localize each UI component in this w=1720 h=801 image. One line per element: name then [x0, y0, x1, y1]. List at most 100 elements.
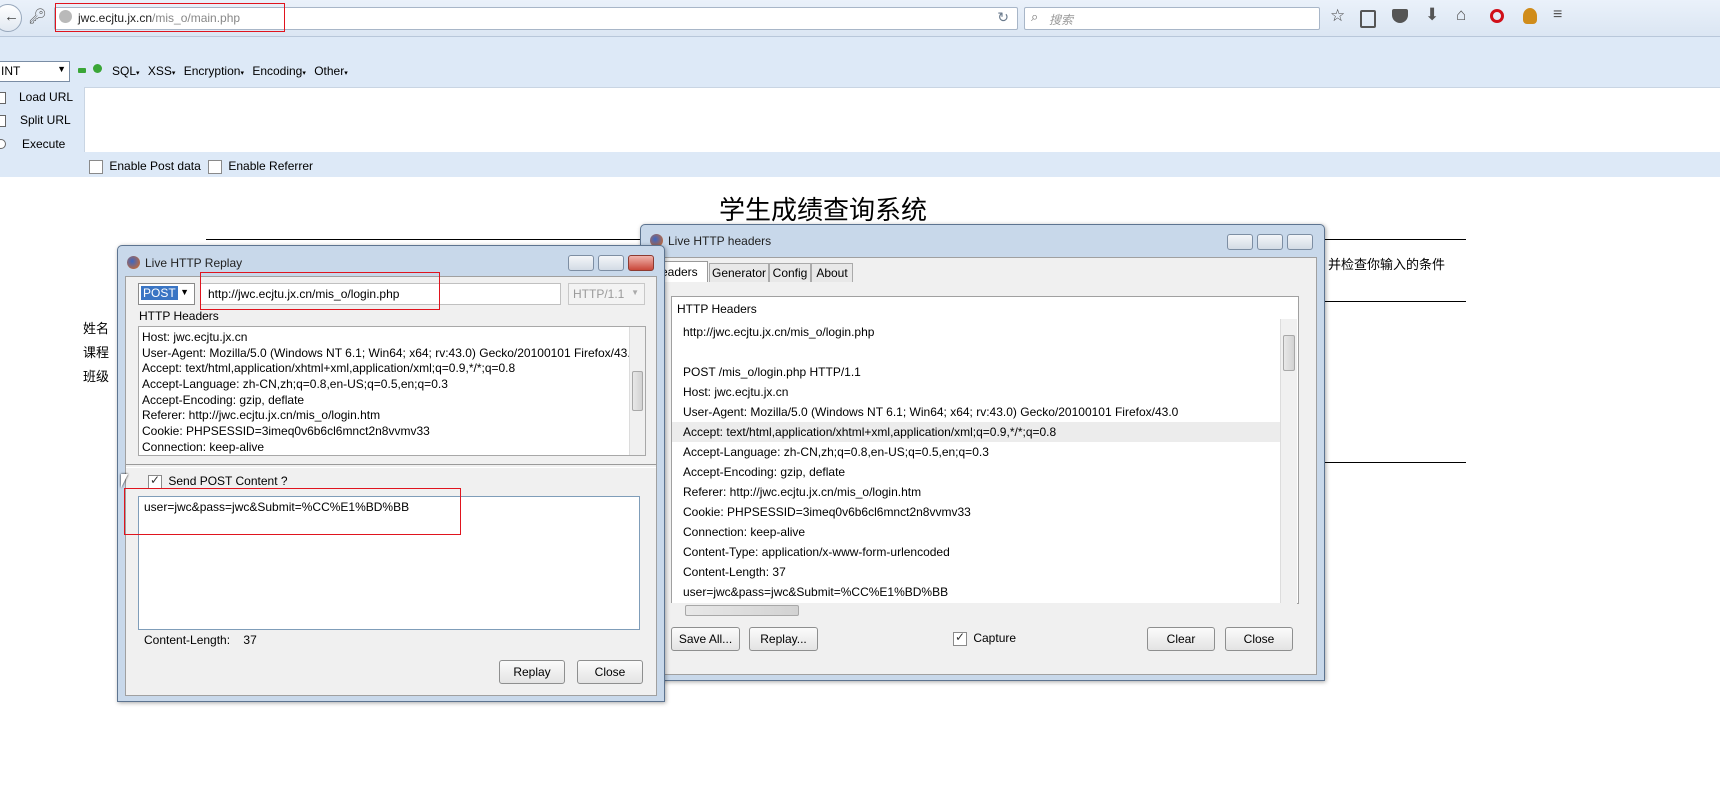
replay-submit-button[interactable]: Replay	[499, 660, 565, 684]
home-icon[interactable]: ⌂	[1456, 5, 1466, 25]
minimize-button[interactable]	[568, 255, 594, 271]
list-item: Accept-Language: zh-CN,zh;q=0.8,en-US;q=…	[142, 377, 448, 392]
tab-about[interactable]: About	[811, 263, 853, 282]
split-url-icon	[0, 115, 6, 127]
decrease-icon[interactable]	[78, 68, 86, 73]
search-placeholder: 搜索	[1049, 13, 1074, 27]
headers-list-lines: http://jwc.ecjtu.jx.cn/mis_o/login.php P…	[672, 322, 1281, 602]
method-select[interactable]: POST ▼	[138, 283, 195, 305]
headers-window: Live HTTP headers Headers Generator Conf…	[640, 224, 1325, 681]
menu-other[interactable]: Other▾	[314, 64, 348, 78]
content-length-row: Content-Length: 37	[144, 633, 257, 647]
enable-referrer-checkbox[interactable]	[208, 159, 222, 174]
back-arrow-icon: ←	[4, 8, 19, 25]
menu-xss[interactable]: XSS▾	[148, 64, 176, 78]
list-item: Accept: text/html,application/xhtml+xml,…	[142, 361, 516, 376]
load-url-button[interactable]: Load URL	[0, 89, 80, 107]
label-class: 班级	[83, 369, 110, 384]
extension-icon[interactable]	[1523, 8, 1537, 24]
page-title: 学生成绩查询系统	[719, 195, 928, 225]
load-url-icon	[0, 92, 6, 104]
splitter[interactable]	[126, 464, 656, 468]
enable-post-label: Enable Post data	[109, 159, 201, 173]
hackbar-select-value: INT	[1, 64, 21, 78]
replay-headers-scrollbar[interactable]	[629, 327, 645, 455]
menu-sql[interactable]: SQL▾	[112, 64, 140, 78]
content-length-value: 37	[243, 633, 257, 647]
close-window-button[interactable]	[628, 255, 654, 271]
execute-icon	[0, 139, 6, 149]
close-button[interactable]: Close	[577, 660, 643, 684]
reading-list-icon[interactable]	[1360, 10, 1376, 28]
menu-encryption[interactable]: Encryption▾	[184, 64, 244, 78]
replay-headers-textarea[interactable]: Host: jwc.ecjtu.jx.cn User-Agent: Mozill…	[138, 326, 646, 456]
enable-post-option[interactable]: Enable Post data	[89, 159, 201, 174]
clear-button[interactable]: Clear	[1147, 627, 1215, 651]
capture-option[interactable]: Capture	[953, 630, 1016, 646]
increase-icon[interactable]	[93, 64, 102, 73]
headers-list-column-header: HTTP Headers	[677, 302, 757, 316]
identity-key-icon[interactable]: 🔑︎	[28, 7, 47, 25]
tab-config[interactable]: Config	[769, 263, 811, 282]
load-url-label: Load URL	[19, 90, 74, 104]
replay-button[interactable]: Replay...	[749, 627, 818, 651]
hackbar-select[interactable]: INT ▼	[0, 61, 70, 82]
scroll-thumb[interactable]	[1283, 335, 1295, 371]
execute-button[interactable]: Execute	[0, 136, 80, 154]
split-url-label: Split URL	[20, 113, 71, 127]
enable-referrer-label: Enable Referrer	[228, 159, 314, 173]
http-version-value: HTTP/1.1	[573, 287, 625, 301]
execute-label: Execute	[22, 137, 66, 151]
menu-encoding[interactable]: Encoding▾	[252, 64, 306, 78]
post-body-highlight-box	[124, 488, 461, 535]
tab-generator[interactable]: Generator	[709, 263, 769, 282]
list-item: Connection: keep-alive	[683, 525, 806, 539]
bookmark-star-icon[interactable]: ☆	[1330, 6, 1345, 26]
save-all-button[interactable]: Save All...	[671, 627, 740, 651]
send-post-checkbox[interactable]	[148, 473, 162, 489]
maximize-button[interactable]	[1257, 234, 1283, 250]
headers-horizontal-scrollbar[interactable]	[671, 603, 1297, 618]
headers-vertical-scrollbar[interactable]	[1280, 319, 1297, 603]
capture-checkbox[interactable]	[953, 630, 967, 646]
mouse-cursor-icon	[121, 474, 128, 488]
replay-headers-lines: Host: jwc.ecjtu.jx.cn User-Agent: Mozill…	[142, 330, 638, 455]
list-item: Cookie: PHPSESSID=3imeq0v6b6cl6mnct2n8vv…	[683, 505, 971, 519]
page-rule-bottom-right	[1322, 462, 1466, 463]
hackbar-textarea[interactable]	[84, 87, 1720, 152]
horizontal-scroll-thumb[interactable]	[685, 605, 799, 616]
enable-post-checkbox[interactable]	[89, 159, 103, 174]
list-item	[683, 342, 1281, 362]
list-item: http://jwc.ecjtu.jx.cn/mis_o/login.php	[683, 325, 875, 339]
download-icon[interactable]: ⬇	[1425, 5, 1439, 25]
list-item: Accept-Language: zh-CN,zh;q=0.8,en-US;q=…	[683, 445, 989, 459]
opera-icon[interactable]	[1490, 9, 1504, 23]
search-bar[interactable]: ⌕ 搜索	[1024, 7, 1320, 30]
close-button[interactable]: Close	[1225, 627, 1293, 651]
headers-label: HTTP Headers	[139, 309, 219, 323]
send-post-label: Send POST Content ?	[168, 474, 288, 488]
page-rule-top-right	[1322, 239, 1466, 240]
split-url-button[interactable]: Split URL	[0, 112, 80, 130]
menu-icon[interactable]: ≡	[1553, 6, 1562, 24]
list-item: Content-Length: 37	[683, 565, 786, 579]
scroll-thumb[interactable]	[632, 371, 643, 411]
list-item: Referer: http://jwc.ecjtu.jx.cn/mis_o/lo…	[142, 408, 381, 423]
send-post-option[interactable]: Send POST Content ?	[148, 473, 288, 489]
minimize-button[interactable]	[1227, 234, 1253, 250]
label-name: 姓名	[83, 321, 110, 336]
search-icon: ⌕	[1031, 9, 1039, 24]
chevron-down-icon: ▼	[180, 287, 189, 297]
list-item: Accept-Encoding: gzip, deflate	[683, 465, 846, 479]
list-item: User-Agent: Mozilla/5.0 (Windows NT 6.1;…	[142, 345, 638, 360]
content-length-label: Content-Length:	[144, 633, 231, 647]
reload-icon[interactable]: ↻	[997, 9, 1009, 26]
enable-referrer-option[interactable]: Enable Referrer	[208, 159, 313, 174]
headers-list[interactable]: HTTP Headers http://jwc.ecjtu.jx.cn/mis_…	[671, 296, 1299, 604]
close-window-button[interactable]	[1287, 234, 1313, 250]
headers-window-body: Headers Generator Config About HTTP Head…	[642, 257, 1317, 675]
http-version-select[interactable]: HTTP/1.1 ▼	[568, 283, 645, 305]
replay-url-highlight-box	[200, 272, 440, 310]
maximize-button[interactable]	[598, 255, 624, 271]
list-item: User-Agent: Mozilla/5.0 (Windows NT 6.1;…	[683, 405, 1179, 419]
